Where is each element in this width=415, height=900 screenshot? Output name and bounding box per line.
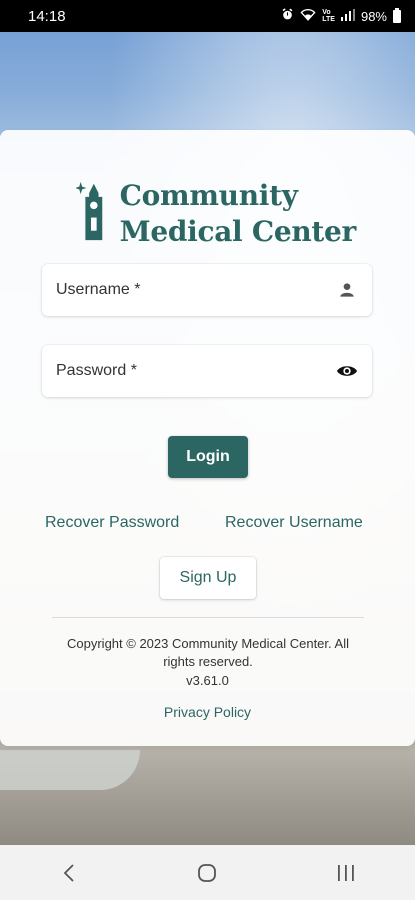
brand-line-2: Medical Center bbox=[119, 215, 357, 248]
password-field[interactable]: Password * bbox=[42, 345, 372, 397]
status-bar: 14:18 Vo LTE 98% bbox=[0, 0, 415, 32]
signal-icon bbox=[340, 8, 355, 24]
battery-percent: 98% bbox=[360, 8, 387, 24]
divider bbox=[52, 617, 364, 618]
eye-icon[interactable] bbox=[336, 360, 358, 382]
login-button[interactable]: Login bbox=[168, 436, 248, 478]
recents-icon[interactable] bbox=[316, 853, 376, 893]
wifi-icon bbox=[300, 8, 316, 24]
home-icon[interactable] bbox=[177, 853, 237, 893]
version-text: v3.61.0 bbox=[186, 673, 229, 688]
recover-password-link[interactable]: Recover Password bbox=[45, 514, 179, 532]
clock-tower-icon bbox=[76, 181, 103, 241]
username-field[interactable]: Username * bbox=[42, 264, 372, 316]
recover-username-link[interactable]: Recover Username bbox=[225, 514, 363, 532]
username-label: Username * bbox=[56, 281, 141, 298]
person-icon bbox=[336, 279, 358, 301]
background-curb bbox=[0, 750, 140, 790]
alarm-icon bbox=[281, 8, 294, 24]
app-logo: Community Medical Center bbox=[76, 178, 356, 248]
signup-button[interactable]: Sign Up bbox=[160, 557, 256, 599]
privacy-policy-link[interactable]: Privacy Policy bbox=[0, 704, 415, 720]
brand-name: Community Medical Center bbox=[119, 178, 357, 250]
brand-line-1: Community bbox=[119, 179, 298, 212]
copyright-text: Copyright © 2023 Community Medical Cente… bbox=[67, 636, 349, 669]
volte-icon: Vo LTE bbox=[322, 9, 335, 23]
password-label: Password * bbox=[56, 362, 137, 379]
login-card: Community Medical Center Username * Pass… bbox=[0, 130, 415, 746]
back-icon[interactable] bbox=[39, 853, 99, 893]
system-nav-bar bbox=[0, 845, 415, 900]
battery-icon bbox=[393, 7, 401, 23]
status-time: 14:18 bbox=[28, 7, 66, 25]
status-icons: Vo LTE 98% bbox=[281, 7, 401, 24]
